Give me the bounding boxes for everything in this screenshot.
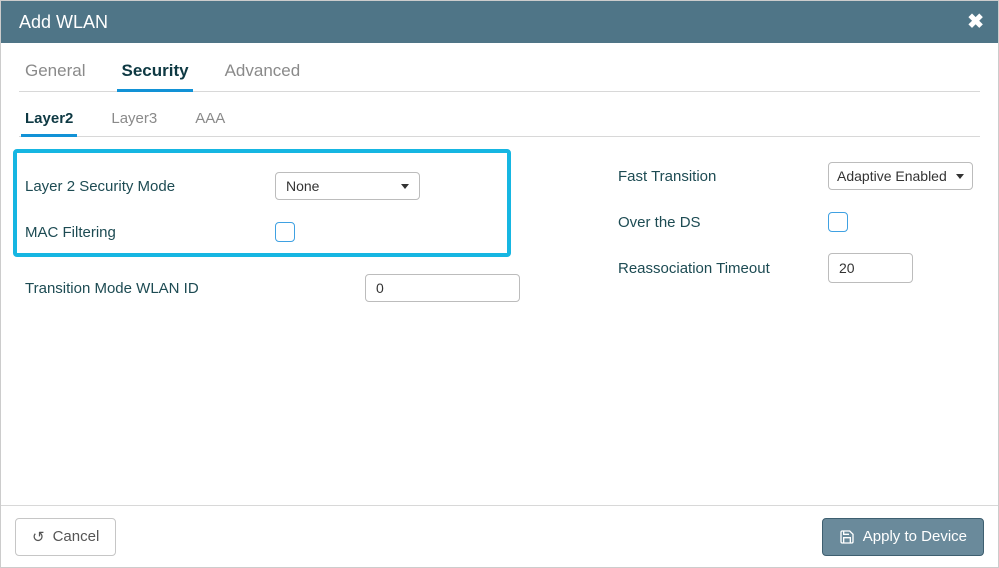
- tab-advanced[interactable]: Advanced: [221, 55, 305, 91]
- over-the-ds-label: Over the DS: [618, 214, 828, 231]
- transition-mode-input-wrap[interactable]: [365, 274, 520, 302]
- over-the-ds-checkbox[interactable]: [828, 212, 848, 232]
- modal-title: Add WLAN: [19, 12, 108, 33]
- fast-transition-select[interactable]: Adaptive Enabled: [828, 162, 973, 190]
- close-icon[interactable]: ✖: [967, 12, 984, 32]
- field-l2-security-mode: Layer 2 Security Mode None: [25, 163, 520, 209]
- apply-to-device-button[interactable]: Apply to Device: [822, 518, 984, 556]
- cancel-button-label: Cancel: [53, 528, 100, 545]
- reassociation-timeout-input[interactable]: [839, 260, 902, 276]
- field-fast-transition: Fast Transition Adaptive Enabled: [618, 153, 973, 199]
- mac-filtering-label: MAC Filtering: [25, 224, 275, 241]
- form-column-left: Layer 2 Security Mode None MAC Filtering…: [19, 149, 538, 321]
- mac-filtering-checkbox[interactable]: [275, 222, 295, 242]
- field-mac-filtering: MAC Filtering: [25, 209, 520, 255]
- undo-icon: [32, 528, 45, 546]
- apply-button-label: Apply to Device: [863, 528, 967, 545]
- subtab-layer2[interactable]: Layer2: [21, 104, 77, 136]
- transition-mode-label: Transition Mode WLAN ID: [25, 280, 365, 297]
- chevron-down-icon: [956, 174, 964, 179]
- save-icon: [839, 529, 855, 545]
- form-column-right: Fast Transition Adaptive Enabled Over th…: [538, 149, 983, 321]
- tab-general[interactable]: General: [21, 55, 89, 91]
- chevron-down-icon: [401, 184, 409, 189]
- modal-header: Add WLAN ✖: [1, 1, 998, 43]
- cancel-button[interactable]: Cancel: [15, 518, 116, 556]
- subtab-layer3[interactable]: Layer3: [107, 104, 161, 136]
- main-tabs: General Security Advanced: [19, 53, 980, 92]
- field-over-the-ds: Over the DS: [618, 199, 973, 245]
- fast-transition-label: Fast Transition: [618, 168, 828, 185]
- transition-mode-input[interactable]: [376, 280, 509, 296]
- modal-footer: Cancel Apply to Device: [1, 505, 998, 567]
- reassociation-timeout-input-wrap[interactable]: [828, 253, 913, 283]
- add-wlan-modal: Add WLAN ✖ General Security Advanced Lay…: [0, 0, 999, 568]
- fast-transition-value: Adaptive Enabled: [837, 168, 947, 184]
- l2-security-mode-select[interactable]: None: [275, 172, 420, 200]
- subtab-aaa[interactable]: AAA: [191, 104, 229, 136]
- field-transition-mode-wlan-id: Transition Mode WLAN ID: [25, 265, 520, 311]
- tab-security[interactable]: Security: [117, 55, 192, 91]
- form-area: Layer 2 Security Mode None MAC Filtering…: [19, 149, 980, 321]
- l2-security-mode-value: None: [286, 178, 319, 194]
- modal-body: General Security Advanced Layer2 Layer3 …: [1, 43, 998, 505]
- reassociation-timeout-label: Reassociation Timeout: [618, 260, 828, 277]
- l2-security-mode-label: Layer 2 Security Mode: [25, 178, 275, 195]
- security-subtabs: Layer2 Layer3 AAA: [19, 102, 980, 137]
- field-reassociation-timeout: Reassociation Timeout: [618, 245, 973, 291]
